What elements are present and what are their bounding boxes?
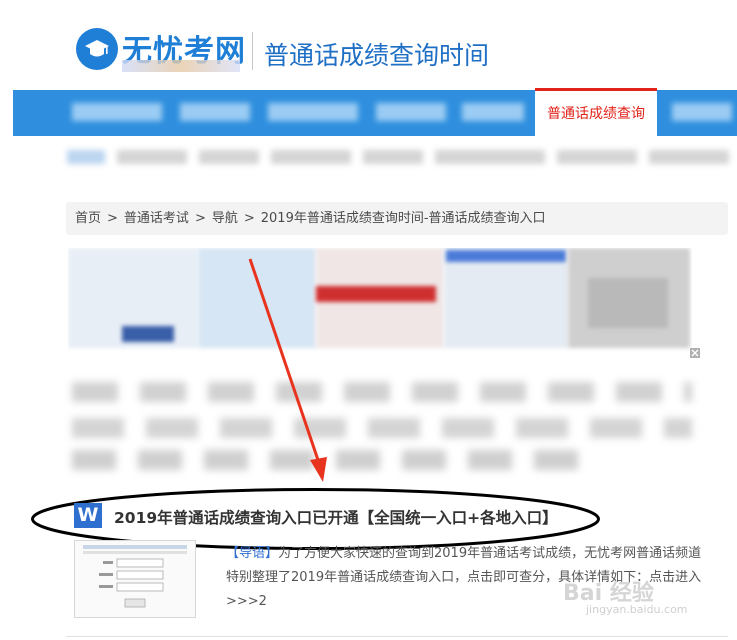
nav-item-blurred[interactable] [376,103,446,121]
sub-link-blurred[interactable] [557,150,637,164]
sub-link-blurred[interactable] [199,150,259,164]
word-document-icon: W [74,503,102,528]
annotation-arrow-icon [248,258,327,482]
logo-tagline-blurred [122,60,240,72]
sub-link-blurred[interactable] [649,150,729,164]
header-divider [252,32,253,70]
blurred-link-row[interactable] [72,382,692,402]
sub-link-row [67,146,737,168]
sub-link-blurred[interactable] [435,150,545,164]
sub-link-blurred[interactable] [271,150,351,164]
nav-item-blurred[interactable] [180,103,250,121]
nav-item-blurred[interactable] [672,103,732,121]
divider [66,636,728,637]
form-preview-icon [83,545,187,608]
sub-link-blurred[interactable] [363,150,423,164]
sub-link-blurred[interactable] [117,150,187,164]
breadcrumb-home-link[interactable]: 首页 [75,211,101,226]
page-title: 普通话成绩查询时间 [264,41,490,70]
nav-item-blurred[interactable] [268,103,358,121]
sub-link-blurred[interactable] [67,150,105,164]
breadcrumb-current: 2019年普通话成绩查询时间-普通话成绩查询入口 [260,211,546,226]
breadcrumb-nav-link[interactable]: 导航 [212,211,238,226]
ad-banner-blurred[interactable] [68,248,692,360]
article-title-link[interactable]: 2019年普通话成绩查询入口已开通【全国统一入口+各地入口】 [114,506,558,528]
breadcrumb-separator: > [194,211,206,226]
nav-item-blurred[interactable] [72,103,162,121]
blurred-link-row[interactable] [72,418,692,438]
breadcrumb-separator: > [107,211,118,226]
baidu-watermark-url: jingyan.baidu.com [586,603,688,616]
breadcrumb-exam-link[interactable]: 普通话考试 [124,211,189,226]
nav-item-score-query-active[interactable]: 普通话成绩查询 [535,88,657,138]
summary-tag: 【导语】 [226,546,279,561]
breadcrumb-separator: > [243,211,255,226]
close-icon[interactable] [690,348,700,358]
article-thumbnail[interactable] [74,540,196,618]
graduation-cap-icon [85,40,109,57]
nav-item-blurred[interactable] [462,103,524,121]
breadcrumb: 首页 > 普通话考试 > 导航 >2019年普通话成绩查询时间-普通话成绩查询入口 [66,202,728,235]
